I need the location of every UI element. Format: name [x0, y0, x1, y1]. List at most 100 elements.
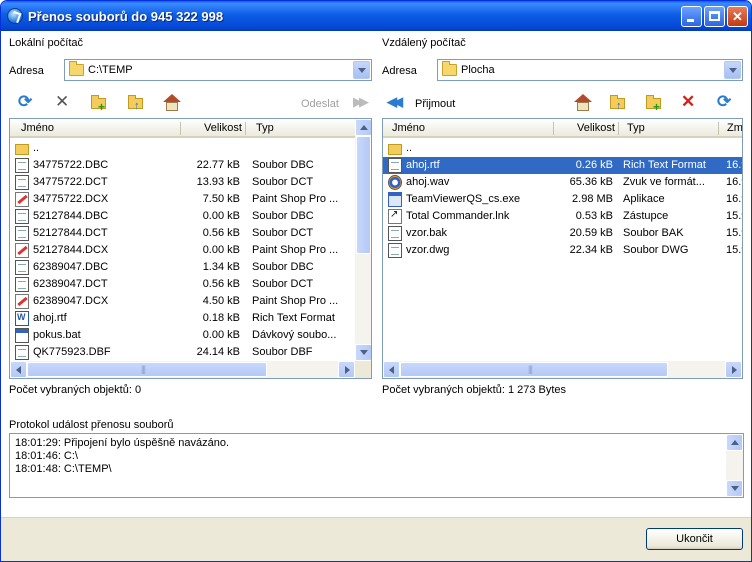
file-icon — [15, 158, 29, 173]
transfer-log[interactable]: 18:01:29: Připojení bylo úspěšně navázán… — [9, 433, 744, 498]
remote-list-header: Jméno Velikost Typ Zm — [383, 119, 742, 138]
file-row[interactable]: 34775722.DCX 7.50 kB Paint Shop Pro ... — [10, 191, 355, 208]
cell-size: 7.50 kB — [202, 193, 240, 205]
minimize-button[interactable] — [681, 6, 702, 27]
cell-size: 22.34 kB — [569, 244, 613, 256]
cell-type: Paint Shop Pro ... — [252, 193, 339, 205]
local-address-combo[interactable]: C:\TEMP — [64, 59, 372, 81]
log-line: 18:01:46: C:\ — [15, 450, 78, 462]
column-header-modified[interactable]: Zm — [727, 122, 742, 134]
file-row[interactable]: Total Commander.lnk 0.53 kB Zástupce 15.9 — [383, 208, 742, 225]
file-row[interactable]: 62389047.DCX 4.50 kB Paint Shop Pro ... — [10, 293, 355, 310]
remote-status-text: Počet vybraných objektů: 1 273 Bytes — [382, 384, 567, 396]
cell-type: Paint Shop Pro ... — [252, 295, 339, 307]
send-arrow-icon[interactable]: ▶▶ — [353, 93, 373, 113]
cell-type: Rich Text Format — [623, 159, 706, 171]
scroll-thumb[interactable] — [27, 362, 267, 377]
cell-name: QK775923.DBF — [33, 346, 111, 358]
file-row[interactable]: TeamViewerQS_cs.exe 2.98 MB Aplikace 16.9 — [383, 191, 742, 208]
local-refresh-icon[interactable]: ⟳ — [18, 93, 38, 113]
cell-type: Soubor DBC — [252, 261, 314, 273]
send-label[interactable]: Odeslat — [301, 98, 339, 110]
scroll-left-icon[interactable] — [10, 361, 27, 378]
chevron-down-icon[interactable] — [353, 61, 370, 79]
batch-file-icon — [15, 328, 29, 343]
file-row[interactable]: QK775923.DBF 24.14 kB Soubor DBF — [10, 344, 355, 361]
cell-modified: 15.9 — [726, 244, 742, 256]
cell-name: 52127844.DCT — [33, 227, 108, 239]
scroll-down-icon[interactable] — [355, 344, 371, 361]
file-row[interactable]: 62389047.DCT 0.56 kB Soubor DCT — [10, 276, 355, 293]
maximize-icon — [709, 11, 720, 21]
remote-new-folder-icon[interactable]: + — [644, 93, 664, 113]
file-icon — [15, 260, 29, 275]
local-home-icon[interactable] — [162, 93, 182, 113]
file-row[interactable]: ahoj.rtf 0.18 kB Rich Text Format — [10, 310, 355, 327]
maximize-button[interactable] — [704, 6, 725, 27]
remote-address-combo[interactable]: Plocha — [437, 59, 743, 81]
local-parent-folder-icon[interactable]: ↑ — [126, 93, 146, 113]
scroll-right-icon[interactable] — [725, 361, 742, 378]
local-vertical-scrollbar[interactable] — [355, 119, 371, 361]
file-row[interactable]: pokus.bat 0.00 kB Dávkový soubo... — [10, 327, 355, 344]
file-row[interactable]: 52127844.DCT 0.56 kB Soubor DCT — [10, 225, 355, 242]
scroll-thumb[interactable] — [356, 136, 371, 254]
cell-size: 13.93 kB — [196, 176, 240, 188]
column-header-size[interactable]: Velikost — [577, 122, 615, 134]
file-row[interactable]: vzor.bak 20.59 kB Soubor BAK 15.9 — [383, 225, 742, 242]
file-row[interactable]: .. — [383, 140, 742, 157]
file-row[interactable]: ahoj.wav 65.36 kB Zvuk ve formát... 16.9 — [383, 174, 742, 191]
scroll-down-icon[interactable] — [726, 480, 743, 497]
window-title: Přenos souborů do 945 322 998 — [28, 9, 224, 24]
cell-size: 0.00 kB — [202, 329, 240, 341]
remote-parent-folder-icon[interactable]: ↑ — [608, 93, 628, 113]
local-file-list[interactable]: Jméno Velikost Typ .. 34775722.DBC 22.77 k… — [9, 118, 372, 379]
cell-name: 62389047.DBC — [33, 261, 109, 273]
receive-arrow-icon[interactable]: ◀◀ — [387, 93, 407, 113]
column-header-name[interactable]: Jméno — [392, 122, 425, 134]
scroll-left-icon[interactable] — [383, 361, 400, 378]
file-row[interactable]: 52127844.DCX 0.00 kB Paint Shop Pro ... — [10, 242, 355, 259]
file-row[interactable]: ahoj.rtf 0.26 kB Rich Text Format 16.9 — [383, 157, 742, 174]
local-delete-icon[interactable]: ✕ — [55, 93, 75, 113]
remote-refresh-icon[interactable]: ⟳ — [717, 93, 737, 113]
file-icon — [388, 226, 402, 241]
column-header-name[interactable]: Jméno — [21, 122, 54, 134]
chevron-down-icon[interactable] — [724, 61, 741, 79]
file-row[interactable]: 52127844.DBC 0.00 kB Soubor DBC — [10, 208, 355, 225]
cell-size: 2.98 MB — [572, 193, 613, 205]
log-vertical-scrollbar[interactable] — [726, 434, 743, 497]
remote-heading: Vzdálený počítač — [382, 37, 466, 49]
column-header-size[interactable]: Velikost — [204, 122, 242, 134]
audio-file-icon — [388, 175, 402, 190]
cell-name: vzor.bak — [406, 227, 447, 239]
cell-name: ahoj.wav — [406, 176, 450, 188]
scroll-right-icon[interactable] — [338, 361, 355, 378]
file-row[interactable]: .. — [10, 140, 355, 157]
local-new-folder-icon[interactable]: + — [89, 93, 109, 113]
remote-horizontal-scrollbar[interactable] — [383, 361, 742, 378]
file-row[interactable]: 34775722.DCT 13.93 kB Soubor DCT — [10, 174, 355, 191]
column-header-type[interactable]: Typ — [256, 122, 274, 134]
file-row[interactable]: 62389047.DBC 1.34 kB Soubor DBC — [10, 259, 355, 276]
cell-name: 62389047.DCX — [33, 295, 109, 307]
remote-delete-icon[interactable]: ✕ — [681, 93, 701, 113]
scroll-up-icon[interactable] — [726, 434, 743, 451]
cell-size: 65.36 kB — [569, 176, 613, 188]
remote-file-list[interactable]: Jméno Velikost Typ Zm .. ahoj.rtf 0.26 kB R… — [382, 118, 743, 379]
column-header-type[interactable]: Typ — [627, 122, 645, 134]
local-horizontal-scrollbar[interactable] — [10, 361, 355, 378]
local-address-label: Adresa — [9, 65, 44, 77]
remote-home-icon[interactable] — [573, 93, 593, 113]
title-bar[interactable]: Přenos souborů do 945 322 998 ✕ — [1, 1, 751, 31]
file-row[interactable]: vzor.dwg 22.34 kB Soubor DWG 15.9 — [383, 242, 742, 259]
image-icon — [15, 192, 29, 207]
scroll-thumb[interactable] — [400, 362, 668, 377]
cell-name: 62389047.DCT — [33, 278, 108, 290]
file-row[interactable]: 34775722.DBC 22.77 kB Soubor DBC — [10, 157, 355, 174]
scroll-up-icon[interactable] — [355, 119, 371, 136]
receive-label[interactable]: Přijmout — [415, 98, 455, 110]
close-window-button[interactable]: ✕ — [727, 6, 748, 27]
folder-icon — [69, 61, 84, 76]
close-button[interactable]: Ukončit — [646, 528, 743, 550]
